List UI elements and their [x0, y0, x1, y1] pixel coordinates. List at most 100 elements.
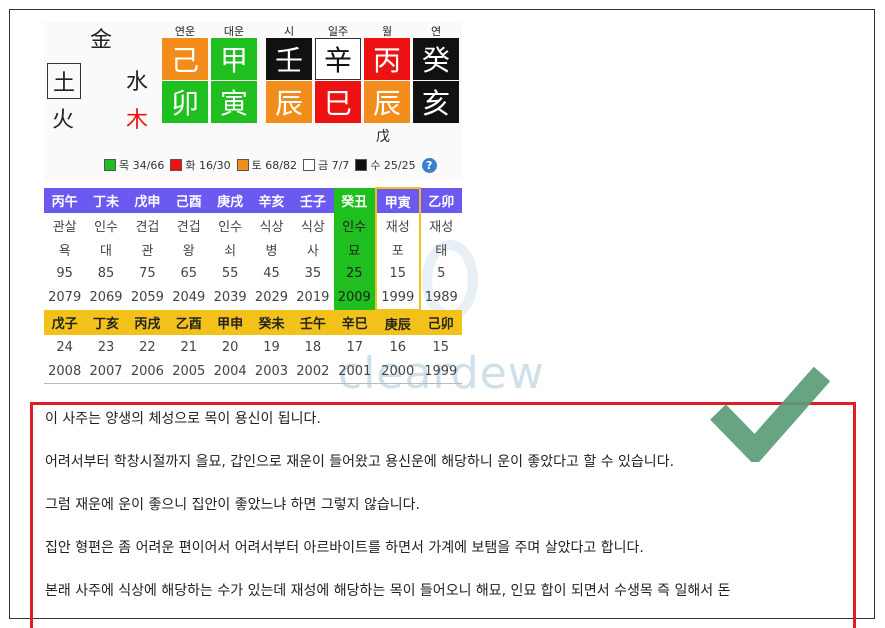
element-metal: 金: [90, 28, 113, 53]
seun-year: 2004: [213, 363, 247, 379]
daeun-year: 2069: [89, 290, 123, 305]
seun-ganji[interactable]: 丁亥: [85, 310, 127, 335]
element-legend: 목 34/66 화 16/30 토 68/82 금 7/7 수 25/25 ?: [104, 157, 437, 173]
daeun-sipsin: 인수: [218, 219, 243, 235]
daeun-sipsin: 재성: [374, 213, 421, 237]
seun-ganji[interactable]: 戊子: [44, 310, 86, 335]
daeun-sipsin: 재성: [429, 219, 454, 235]
daeun-ganji[interactable]: 辛亥: [250, 188, 293, 213]
seun-age: 21: [180, 339, 198, 355]
daeun-unsung-row: 욕 대 관 왕 쇠 병 사 묘 포 태: [44, 237, 462, 261]
legend-label: 목 34/66: [119, 159, 165, 172]
seun-age: 22: [139, 339, 156, 355]
daeun-unsung: 왕: [182, 243, 195, 259]
pillar-branch: 卯: [162, 81, 208, 123]
seun-age: 19: [263, 339, 280, 355]
element-fire: 火: [52, 108, 75, 133]
daeun-ganji-row: 丙午 丁未 戊申 己酉 庚戌 辛亥 壬子 癸丑 甲寅 乙卯: [44, 187, 462, 213]
pillar-branch: 辰: [364, 81, 410, 123]
daeun-age: 95: [56, 265, 73, 281]
daeun-year: 1989: [424, 290, 458, 305]
daeun-year: 2059: [130, 290, 164, 305]
seun-ganji[interactable]: 乙酉: [168, 310, 210, 335]
daeun-age: 35: [304, 265, 322, 281]
daeun-ganji[interactable]: 丙午: [44, 188, 86, 213]
seun-age: 24: [56, 339, 73, 355]
element-wood: 木: [126, 108, 149, 133]
daeun-ganji[interactable]: 庚戌: [209, 188, 251, 213]
daeun-sipsin: 관살: [52, 219, 77, 235]
daeun-year: 2049: [172, 290, 206, 305]
pillar-branch: 寅: [211, 81, 257, 123]
daeun-ganji[interactable]: 壬子: [292, 188, 334, 213]
seun-ganji[interactable]: 壬午: [292, 310, 334, 335]
legend-item: 금 7/7: [302, 157, 350, 173]
pillar-header: 연: [430, 25, 442, 38]
legend-label: 화 16/30: [185, 159, 231, 172]
help-icon[interactable]: ?: [421, 157, 437, 173]
legend-swatch: [302, 159, 315, 171]
daeun-year: 2039: [213, 290, 247, 305]
daeun-unsung: 쇠: [224, 243, 237, 259]
element-water: 水: [126, 70, 149, 95]
pillar-header: 대운: [223, 25, 245, 38]
seun-year: 2003: [254, 363, 289, 379]
interpretation-paragraph: 집안 형편은 좀 어려운 편이어서 어려서부터 아르바이트를 하면서 가계에 보…: [45, 540, 644, 556]
seun-ganji[interactable]: 癸未: [250, 310, 293, 335]
pillar-header: 일주: [327, 25, 349, 38]
seun-year: 2005: [172, 363, 206, 379]
seun-age: 20: [221, 339, 239, 355]
legend-item: 화 16/30: [170, 157, 231, 173]
legend-label: 수 25/25: [370, 159, 416, 172]
daeun-unsung: 대: [100, 243, 113, 259]
daeun-ganji[interactable]: 戊申: [126, 188, 169, 213]
daeun-sipsin-row: 관살 인수 견겁 견겁 인수 식상 식상 인수 재성 재성: [44, 213, 462, 237]
legend-swatch: [355, 159, 368, 171]
daeun-age: 55: [221, 265, 239, 281]
legend-swatch: [104, 159, 116, 171]
daeun-age: 5: [437, 265, 446, 281]
seun-ganji[interactable]: 庚辰: [375, 310, 420, 335]
seun-ganji[interactable]: 丙戌: [126, 310, 169, 335]
seun-age-row: 24 23 22 21 20 19 18 17 16 15: [44, 335, 462, 359]
seun-year: 2002: [296, 363, 330, 379]
legend-label: 금 7/7: [317, 159, 350, 172]
daeun-sipsin: 견겁: [176, 219, 201, 235]
legend-label: 토 68/82: [251, 159, 297, 172]
daeun-ganji-current[interactable]: 癸丑: [333, 188, 376, 213]
pillar-branch: 辰: [266, 81, 312, 123]
daeun-sipsin: 식상: [259, 219, 284, 235]
daeun-ganji[interactable]: 己酉: [168, 188, 210, 213]
pillar-branch: 亥: [413, 81, 459, 123]
daeun-year: 2079: [48, 290, 82, 305]
daeun-ganji[interactable]: 甲寅: [374, 187, 421, 213]
daeun-age-row: 95 85 75 65 55 45 35 25 15 5: [44, 261, 462, 285]
daeun-unsung: 포: [374, 237, 421, 261]
seun-age: 18: [304, 339, 322, 355]
pillar-stem: 己: [162, 38, 208, 80]
daeun-year: 1999: [374, 285, 421, 311]
seun-ganji[interactable]: 辛巳: [333, 310, 376, 335]
seun-year: 2001: [338, 363, 372, 379]
daeun-ganji[interactable]: 丁未: [85, 188, 127, 213]
daeun-sipsin: 견겁: [135, 219, 160, 235]
daeun-unsung: 관: [141, 243, 154, 259]
hidden-stem-label: 戊: [376, 129, 390, 145]
legend-swatch: [236, 159, 249, 171]
daeun-ganji[interactable]: 乙卯: [419, 188, 462, 213]
legend-item: 목 34/66: [104, 157, 164, 173]
seun-year-row: 2008 2007 2006 2005 2004 2003 2002 2001 …: [44, 359, 462, 384]
element-earth-boxed: 土: [47, 63, 81, 99]
seun-year: 2007: [89, 363, 123, 379]
daeun-age: 15: [374, 261, 421, 285]
daeun-year: 2009: [333, 285, 376, 310]
daeun-sipsin: 인수: [94, 219, 118, 235]
seun-ganji[interactable]: 甲申: [209, 310, 251, 335]
seun-ganji[interactable]: 己卯: [419, 310, 462, 335]
daeun-age: 25: [333, 261, 376, 285]
legend-swatch: [170, 159, 183, 171]
daeun-unsung: 태: [435, 243, 448, 259]
seun-age: 17: [346, 339, 364, 355]
luck-table: 丙午 丁未 戊申 己酉 庚戌 辛亥 壬子 癸丑 甲寅 乙卯 관살 인수 견겁 견…: [44, 187, 462, 384]
daeun-age: 65: [180, 265, 198, 281]
